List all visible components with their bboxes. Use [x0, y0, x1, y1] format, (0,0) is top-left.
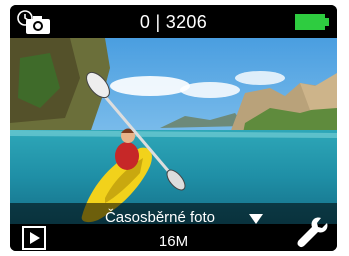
wrench-icon[interactable] — [295, 215, 329, 249]
photo-counter: 0 | 3206 — [139, 12, 208, 32]
mode-label: Časosběrné foto — [104, 209, 216, 226]
chevron-down-icon[interactable] — [248, 212, 264, 224]
live-preview — [10, 38, 337, 224]
camera-screen: 0 | 3206 Časosběrné foto 16M — [10, 5, 337, 251]
resolution-label: 16M — [158, 233, 189, 250]
battery-icon — [295, 14, 329, 30]
